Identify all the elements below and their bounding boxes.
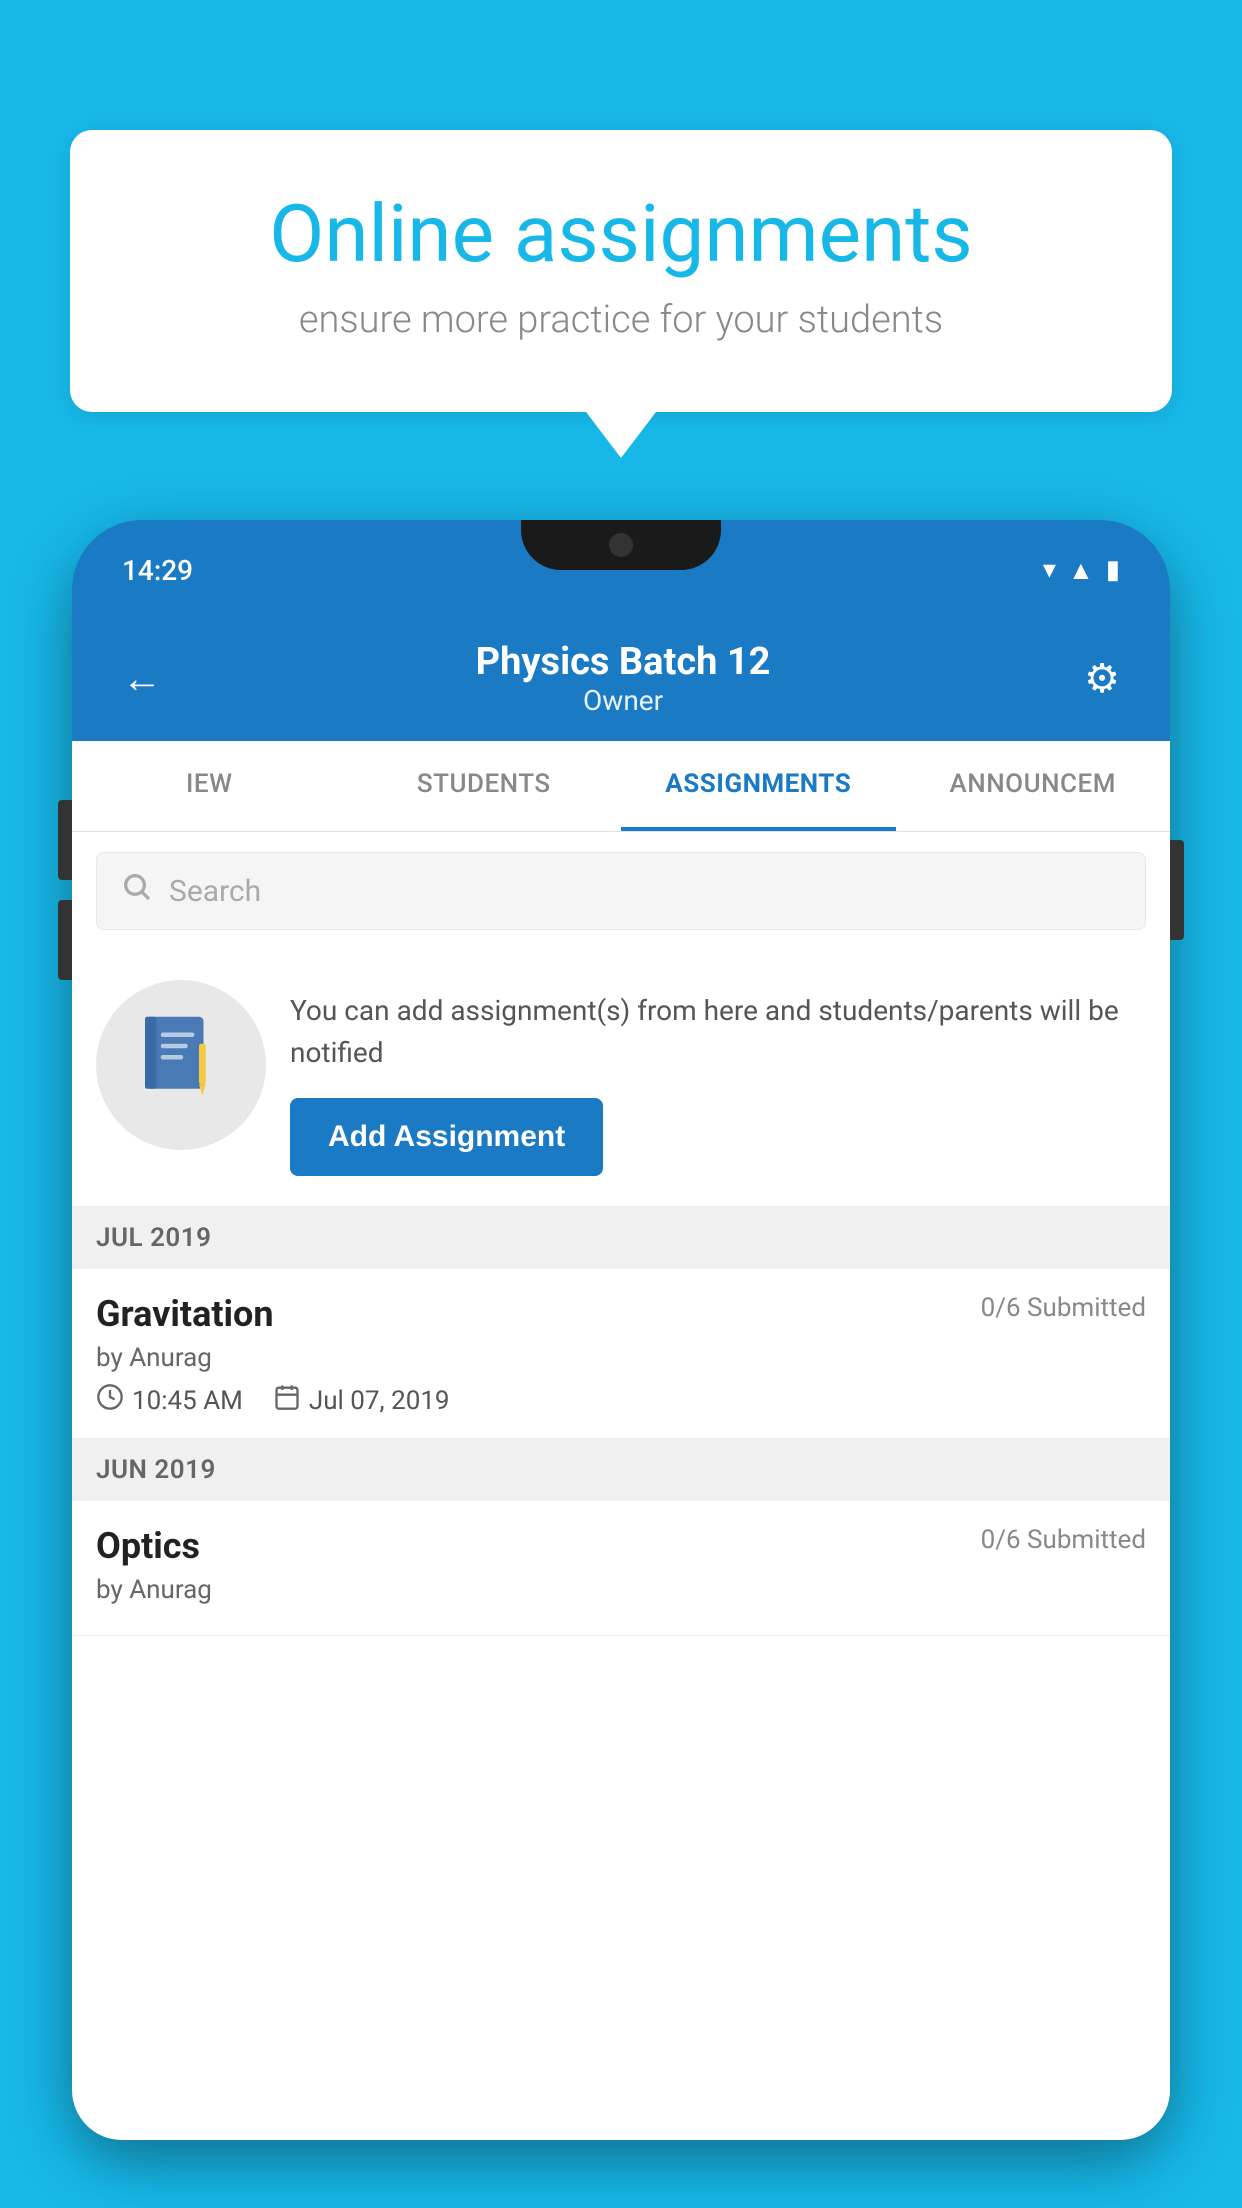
tab-announcements[interactable]: ANNOUNCEM: [896, 741, 1171, 831]
promo-text-group: You can add assignment(s) from here and …: [290, 980, 1146, 1176]
clock-icon: [96, 1383, 124, 1418]
front-camera: [609, 533, 633, 557]
back-button[interactable]: ←: [122, 655, 162, 702]
calendar-icon: [273, 1383, 301, 1418]
assignment-submitted-optics: 0/6 Submitted: [981, 1525, 1146, 1555]
tabs-bar: IEW STUDENTS ASSIGNMENTS ANNOUNCEM: [72, 741, 1170, 832]
assignment-time-value: 10:45 AM: [132, 1386, 243, 1416]
section-month-jul: JUL 2019: [96, 1223, 212, 1253]
phone-outer: 14:29 ▾ ▲ ▮ ← Physics Batch 12 Owner ⚙: [72, 520, 1170, 2140]
phone-screen: ← Physics Batch 12 Owner ⚙ IEW STUDENTS …: [72, 620, 1170, 2140]
assignment-row-top-optics: Optics 0/6 Submitted: [96, 1525, 1146, 1567]
section-header-jul: JUL 2019: [72, 1207, 1170, 1269]
battery-icon: ▮: [1106, 555, 1120, 585]
search-icon: [121, 871, 153, 911]
assignment-title: Gravitation: [96, 1293, 274, 1335]
assignment-submitted: 0/6 Submitted: [981, 1293, 1146, 1323]
header-title-group: Physics Batch 12 Owner: [476, 640, 771, 717]
settings-icon[interactable]: ⚙: [1084, 655, 1120, 702]
status-bar: 14:29 ▾ ▲ ▮: [72, 520, 1170, 620]
tab-assignments[interactable]: ASSIGNMENTS: [621, 741, 896, 831]
assignment-item-gravitation[interactable]: Gravitation 0/6 Submitted by Anurag 10:4…: [72, 1269, 1170, 1439]
header-subtitle: Owner: [476, 684, 771, 717]
power-button: [1170, 840, 1184, 940]
add-assignment-button[interactable]: Add Assignment: [290, 1098, 603, 1176]
assignment-date-value: Jul 07, 2019: [309, 1386, 450, 1416]
tab-students[interactable]: STUDENTS: [347, 741, 622, 831]
assignment-meta: 10:45 AM Jul 07, 2019: [96, 1383, 1146, 1418]
notebook-icon: [136, 1010, 226, 1120]
section-month-jun: JUN 2019: [96, 1455, 216, 1485]
assignment-author: by Anurag: [96, 1343, 1146, 1373]
assignment-item-optics[interactable]: Optics 0/6 Submitted by Anurag: [72, 1501, 1170, 1636]
status-icons: ▾ ▲ ▮: [1043, 555, 1120, 586]
volume-up-button: [58, 800, 72, 880]
status-time: 14:29: [122, 554, 193, 587]
volume-down-button: [58, 900, 72, 980]
promo-icon-circle: [96, 980, 266, 1150]
speech-bubble-wrapper: Online assignments ensure more practice …: [70, 130, 1172, 412]
search-container: Search: [72, 832, 1170, 950]
section-header-jun: JUN 2019: [72, 1439, 1170, 1501]
tab-overview[interactable]: IEW: [72, 741, 347, 831]
assignment-date: Jul 07, 2019: [273, 1383, 450, 1418]
phone-notch: [521, 520, 721, 570]
speech-bubble-subtitle: ensure more practice for your students: [140, 298, 1102, 342]
header-title: Physics Batch 12: [476, 640, 771, 684]
phone-wrapper: 14:29 ▾ ▲ ▮ ← Physics Batch 12 Owner ⚙: [72, 520, 1170, 2208]
wifi-icon: ▾: [1043, 555, 1056, 585]
promo-section: You can add assignment(s) from here and …: [72, 950, 1170, 1207]
speech-bubble: Online assignments ensure more practice …: [70, 130, 1172, 412]
assignment-time: 10:45 AM: [96, 1383, 243, 1418]
assignment-row-top: Gravitation 0/6 Submitted: [96, 1293, 1146, 1335]
speech-bubble-title: Online assignments: [140, 190, 1102, 278]
signal-icon: ▲: [1068, 555, 1094, 586]
promo-description: You can add assignment(s) from here and …: [290, 990, 1146, 1074]
assignment-author-optics: by Anurag: [96, 1575, 1146, 1605]
search-input[interactable]: Search: [169, 874, 261, 909]
assignment-title-optics: Optics: [96, 1525, 200, 1567]
search-input-wrapper[interactable]: Search: [96, 852, 1146, 930]
app-header: ← Physics Batch 12 Owner ⚙: [72, 620, 1170, 741]
